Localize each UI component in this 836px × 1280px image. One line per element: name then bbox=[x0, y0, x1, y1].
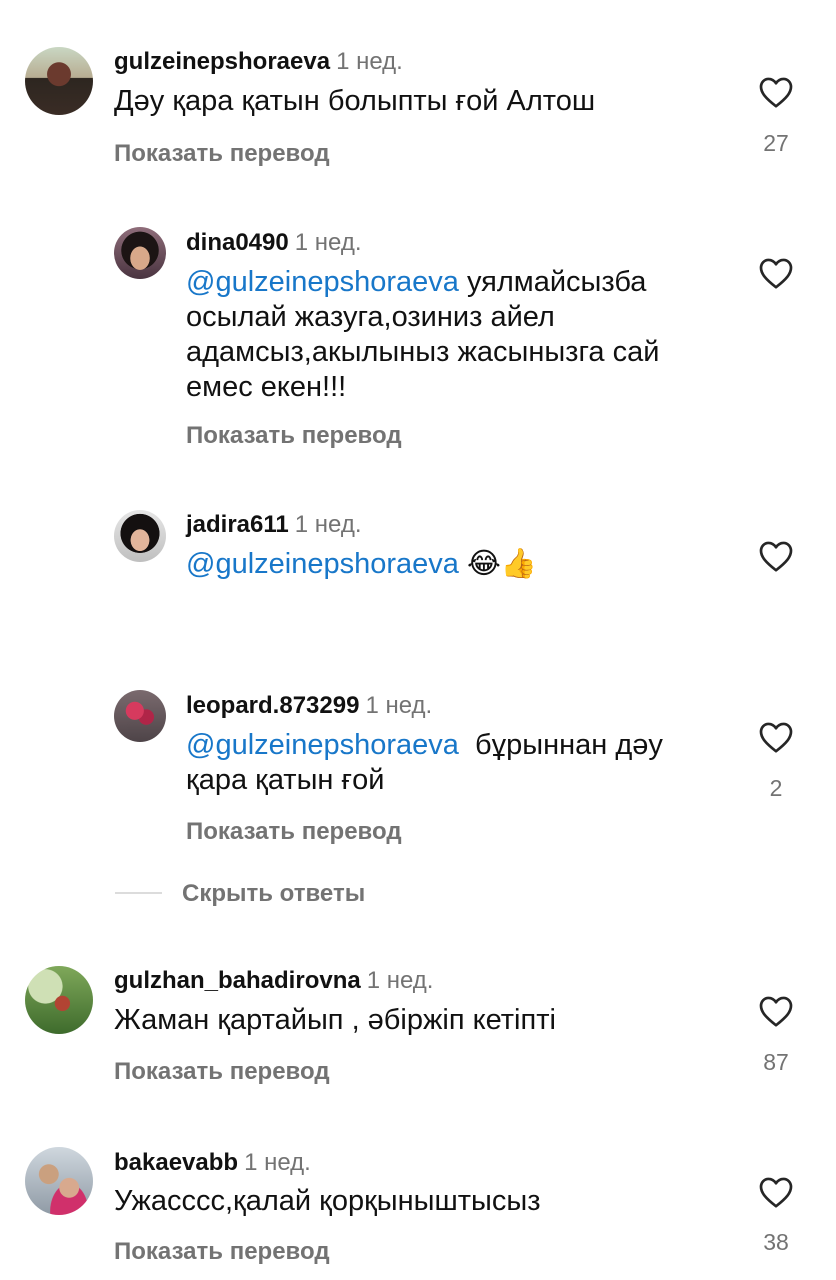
avatar[interactable] bbox=[25, 47, 93, 115]
timestamp: 1 нед. bbox=[244, 1149, 311, 1176]
timestamp: 1 нед. bbox=[294, 229, 362, 256]
comment-text: Дәу қара қатын болыпты ғой Алтош bbox=[114, 85, 596, 117]
heart-outline-icon[interactable] bbox=[758, 994, 794, 1028]
show-translation-button[interactable]: Показать перевод bbox=[114, 1238, 330, 1266]
comment-text: @gulzeinepshoraeva 😂👍 bbox=[186, 547, 537, 582]
comment-text: Жаман қартайып , әбіржіп кетіпті bbox=[114, 1004, 556, 1036]
comment-meta: gulzhan_bahadirovna 1 нед. bbox=[114, 967, 433, 995]
show-translation-button[interactable]: Показать перевод bbox=[186, 422, 402, 450]
comment-meta: leopard.873299 1 нед. bbox=[186, 692, 432, 720]
show-translation-button[interactable]: Показать перевод bbox=[186, 818, 402, 846]
username[interactable]: gulzeinepshoraeva bbox=[114, 48, 330, 75]
timestamp: 1 нед. bbox=[365, 692, 433, 719]
comment-meta: dina0490 1 нед. bbox=[186, 229, 362, 257]
like-count: 87 bbox=[763, 1049, 789, 1075]
heart-outline-icon[interactable] bbox=[758, 75, 794, 109]
username[interactable]: bakaevabb bbox=[114, 1149, 238, 1176]
username[interactable]: dina0490 bbox=[186, 229, 289, 256]
show-translation-button[interactable]: Показать перевод bbox=[114, 1058, 330, 1086]
heart-outline-icon[interactable] bbox=[758, 720, 794, 754]
comment-meta: bakaevabb 1 нед. bbox=[114, 1149, 311, 1177]
username[interactable]: jadira611 bbox=[186, 511, 289, 538]
avatar[interactable] bbox=[114, 690, 166, 742]
comment-text: @gulzeinepshoraeva уялмайсызба осылай жа… bbox=[186, 266, 660, 403]
like-count: 27 bbox=[763, 130, 789, 156]
username[interactable]: gulzhan_bahadirovna bbox=[114, 967, 361, 994]
mention-link[interactable]: @gulzeinepshoraeva bbox=[186, 548, 459, 580]
mention-link[interactable]: @gulzeinepshoraeva bbox=[186, 266, 459, 298]
timestamp: 1 нед. bbox=[336, 48, 403, 75]
comment-meta: gulzeinepshoraeva 1 нед. bbox=[114, 48, 403, 76]
comment-text: Ужасссс,қалай қорқыныштысыз bbox=[114, 1185, 541, 1217]
avatar[interactable] bbox=[114, 510, 166, 562]
heart-outline-icon[interactable] bbox=[758, 1175, 794, 1209]
comment-meta: jadira611 1 нед. bbox=[186, 511, 362, 539]
timestamp: 1 нед. bbox=[294, 511, 362, 538]
mention-link[interactable]: @gulzeinepshoraeva bbox=[186, 729, 459, 761]
heart-outline-icon[interactable] bbox=[758, 256, 794, 290]
divider bbox=[115, 892, 162, 894]
emoji: 😂👍 bbox=[466, 548, 537, 580]
timestamp: 1 нед. bbox=[366, 967, 434, 994]
like-count: 2 bbox=[769, 775, 783, 801]
avatar[interactable] bbox=[25, 1147, 93, 1215]
show-translation-button[interactable]: Показать перевод bbox=[114, 140, 330, 168]
username[interactable]: leopard.873299 bbox=[186, 692, 359, 719]
avatar[interactable] bbox=[25, 966, 93, 1034]
like-count: 38 bbox=[763, 1229, 789, 1255]
hide-replies-button[interactable]: Скрыть ответы bbox=[182, 880, 365, 908]
heart-outline-icon[interactable] bbox=[758, 539, 794, 573]
avatar[interactable] bbox=[114, 227, 166, 279]
comment-text: @gulzeinepshoraeva бұрыннан дәу қара қат… bbox=[186, 729, 663, 796]
